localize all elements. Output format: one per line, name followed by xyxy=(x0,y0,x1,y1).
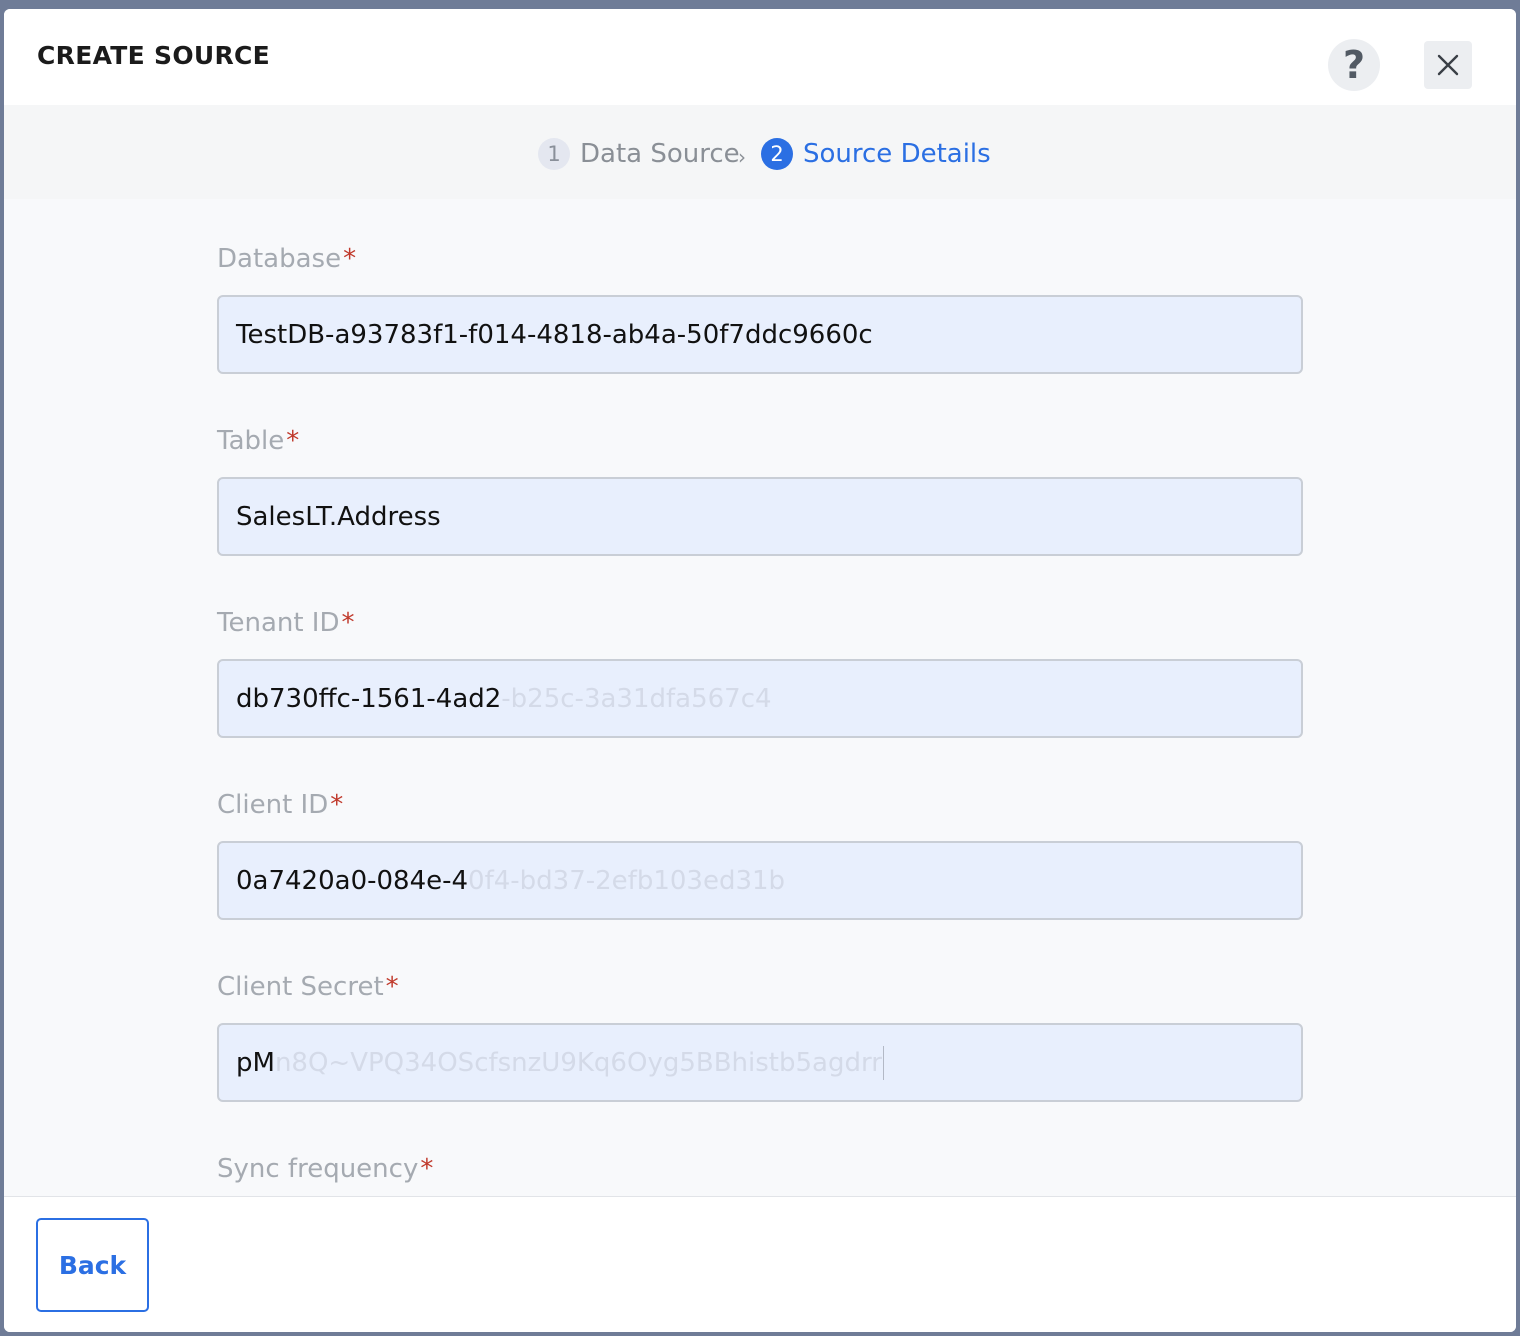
required-marker: * xyxy=(343,244,357,274)
required-marker: * xyxy=(330,790,344,820)
required-marker: * xyxy=(385,972,399,1002)
client-id-input[interactable]: 0a7420a0-084e-4 0f4-bd37-2efb103ed31b xyxy=(217,841,1303,920)
chevron-right-icon: › xyxy=(738,145,746,169)
client-secret-input[interactable]: pM n8Q~VPQ34OScfsnzU9Kq6Oyg5BBhistb5agdrr xyxy=(217,1023,1303,1102)
help-button[interactable]: ? xyxy=(1328,39,1380,91)
client-secret-value-faded: n8Q~VPQ34OScfsnzU9Kq6Oyg5BBhistb5agdrr xyxy=(274,1047,882,1078)
required-marker: * xyxy=(420,1154,434,1184)
database-input[interactable]: TestDB-a93783f1-f014-4818-ab4a-50f7ddc96… xyxy=(217,295,1303,374)
step-label: Data Source xyxy=(580,139,740,169)
modal-header: CREATE SOURCE ? xyxy=(4,9,1516,105)
step-source-details[interactable]: 2 Source Details xyxy=(761,137,991,171)
client-id-value-faded: 0f4-bd37-2efb103ed31b xyxy=(468,865,786,896)
step-number: 2 xyxy=(761,138,793,170)
client-id-label: Client ID* xyxy=(217,790,343,820)
step-label: Source Details xyxy=(803,139,991,169)
tenant-id-input[interactable]: db730ffc-1561-4ad2 -b25c-3a31dfa567c4 xyxy=(217,659,1303,738)
wizard-stepper: 1 Data Source › 2 Source Details xyxy=(4,105,1516,199)
database-value: TestDB-a93783f1-f014-4818-ab4a-50f7ddc96… xyxy=(236,319,873,350)
database-label: Database* xyxy=(217,244,356,274)
step-number: 1 xyxy=(538,138,570,170)
client-id-value: 0a7420a0-084e-4 xyxy=(236,865,469,896)
table-label-text: Table xyxy=(217,426,285,456)
modal-footer: Back xyxy=(4,1196,1516,1332)
text-caret xyxy=(882,1045,884,1080)
back-button[interactable]: Back xyxy=(36,1218,149,1312)
required-marker: * xyxy=(286,426,300,456)
help-icon: ? xyxy=(1342,43,1366,87)
tenant-id-label-text: Tenant ID xyxy=(217,608,340,638)
database-label-text: Database xyxy=(217,244,342,274)
tenant-id-value-faded: -b25c-3a31dfa567c4 xyxy=(501,683,772,714)
client-id-label-text: Client ID xyxy=(217,790,329,820)
client-secret-label: Client Secret* xyxy=(217,972,399,1002)
close-icon xyxy=(1437,54,1459,76)
sync-frequency-label: Sync frequency* xyxy=(217,1154,433,1184)
close-button[interactable] xyxy=(1424,41,1472,89)
required-marker: * xyxy=(341,608,355,638)
step-data-source[interactable]: 1 Data Source xyxy=(538,137,740,171)
client-secret-label-text: Client Secret xyxy=(217,972,384,1002)
sync-frequency-label-text: Sync frequency xyxy=(217,1154,419,1184)
tenant-id-value: db730ffc-1561-4ad2 xyxy=(236,683,502,714)
table-value: SalesLT.Address xyxy=(236,501,441,532)
modal-title: CREATE SOURCE xyxy=(37,41,271,70)
client-secret-value: pM xyxy=(236,1047,275,1078)
table-label: Table* xyxy=(217,426,299,456)
create-source-modal: CREATE SOURCE ? 1 Data Source › 2 Source… xyxy=(4,9,1516,1332)
table-input[interactable]: SalesLT.Address xyxy=(217,477,1303,556)
tenant-id-label: Tenant ID* xyxy=(217,608,355,638)
form-body: Database* TestDB-a93783f1-f014-4818-ab4a… xyxy=(4,199,1516,1196)
